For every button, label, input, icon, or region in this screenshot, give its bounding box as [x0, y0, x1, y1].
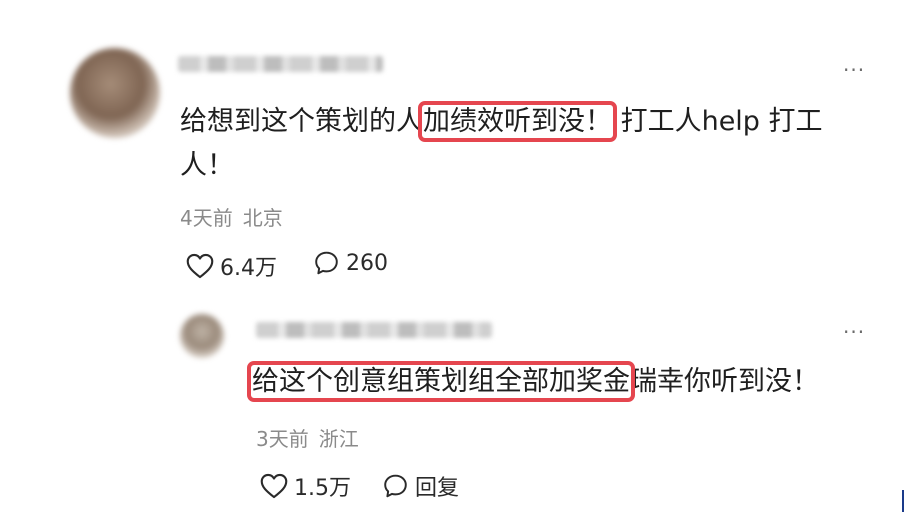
- comment-text-before: 给想到这个策划的人: [180, 106, 423, 137]
- comment-meta: 4天前 北京: [180, 202, 283, 231]
- more-options-icon[interactable]: ···: [843, 60, 865, 80]
- reply-location: 浙江: [318, 427, 359, 451]
- reply-meta: 3天前 浙江: [256, 423, 359, 452]
- comment-text-after: 打工人help 打工: [612, 106, 823, 137]
- like-count: 1.5万: [294, 476, 351, 501]
- like-button[interactable]: 6.4万: [186, 250, 277, 282]
- reply-body: 给这个创意组策划组全部加奖金瑞幸你听到没！: [247, 360, 872, 404]
- comment-bubble-icon: [315, 251, 338, 275]
- username-blurred[interactable]: [256, 322, 492, 338]
- more-options-icon[interactable]: ···: [843, 322, 865, 342]
- comment-bubble-icon: [384, 474, 407, 498]
- reply-button[interactable]: 回复: [382, 470, 459, 502]
- username-blurred[interactable]: [178, 56, 383, 72]
- like-count: 6.4万: [220, 256, 277, 281]
- reply-count: 260: [346, 250, 388, 276]
- reply-label: 回复: [415, 476, 460, 501]
- avatar[interactable]: [70, 48, 160, 138]
- comment-body: 给想到这个策划的人加绩效听到没！ 打工人help 打工 人！: [180, 100, 870, 188]
- comment-text-line2: 人！: [180, 150, 234, 181]
- heart-icon: [260, 473, 288, 499]
- like-button[interactable]: 1.5万: [260, 470, 351, 502]
- avatar[interactable]: [180, 314, 224, 358]
- text-cursor-icon: [902, 490, 904, 512]
- comment-time: 4天前: [180, 206, 233, 230]
- reply-text-highlighted: 给这个创意组策划组全部加奖金: [247, 361, 635, 402]
- replies-button[interactable]: 260: [313, 250, 388, 276]
- reply-time: 3天前: [256, 427, 309, 451]
- comment-text-highlighted: 加绩效听到没！: [418, 101, 617, 142]
- comment-location: 北京: [242, 206, 283, 230]
- reply-text-after: 瑞幸你听到没！: [630, 366, 819, 397]
- heart-icon: [186, 253, 214, 279]
